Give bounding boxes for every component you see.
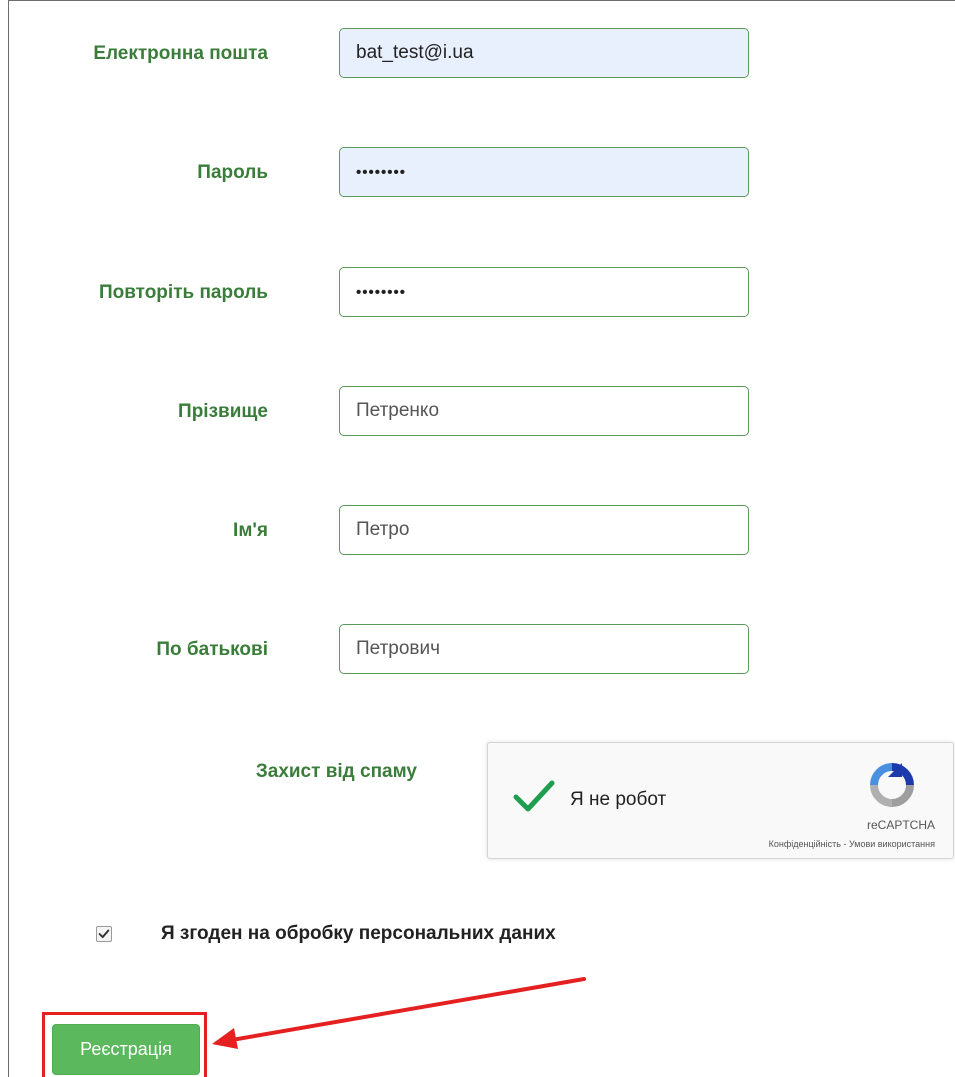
agree-label: Я згоден на обробку персональних даних <box>161 923 556 944</box>
agree-checkbox[interactable] <box>96 926 112 942</box>
spam-protection-label: Захист від спаму <box>255 761 417 782</box>
patronymic-input[interactable] <box>339 624 749 674</box>
recaptcha-label: Я не робот <box>570 789 667 810</box>
recaptcha-links: Конфіденційність - Умови використання <box>769 839 935 849</box>
password-input[interactable] <box>339 147 749 197</box>
register-button[interactable]: Реєстрація <box>52 1024 200 1075</box>
annotation-arrow-icon <box>212 977 586 1049</box>
recaptcha-privacy-link[interactable]: Конфіденційність <box>769 839 841 849</box>
recaptcha-terms-link[interactable]: Умови використання <box>849 839 935 849</box>
first-name-input[interactable] <box>339 505 749 555</box>
patronymic-label: По батькові <box>156 639 268 660</box>
repeat-password-input[interactable] <box>339 267 749 317</box>
checkmark-icon <box>98 929 110 939</box>
email-label: Електронна пошта <box>93 43 268 64</box>
email-input[interactable] <box>339 28 749 78</box>
frame-top-border <box>8 0 955 1</box>
frame-left-border <box>8 0 9 1077</box>
password-label: Пароль <box>197 162 268 183</box>
recaptcha-brand: reCAPTCHA <box>866 818 935 832</box>
recaptcha-check-icon[interactable] <box>512 777 556 817</box>
first-name-label: Ім'я <box>233 520 268 541</box>
repeat-password-label: Повторіть пароль <box>98 282 268 303</box>
recaptcha-widget: Я не робот reCAPTCHA Конфіденційність - … <box>487 742 954 859</box>
surname-label: Прізвище <box>178 401 268 422</box>
surname-input[interactable] <box>339 386 749 436</box>
recaptcha-links-separator: - <box>840 839 849 849</box>
recaptcha-logo-icon <box>870 763 914 807</box>
